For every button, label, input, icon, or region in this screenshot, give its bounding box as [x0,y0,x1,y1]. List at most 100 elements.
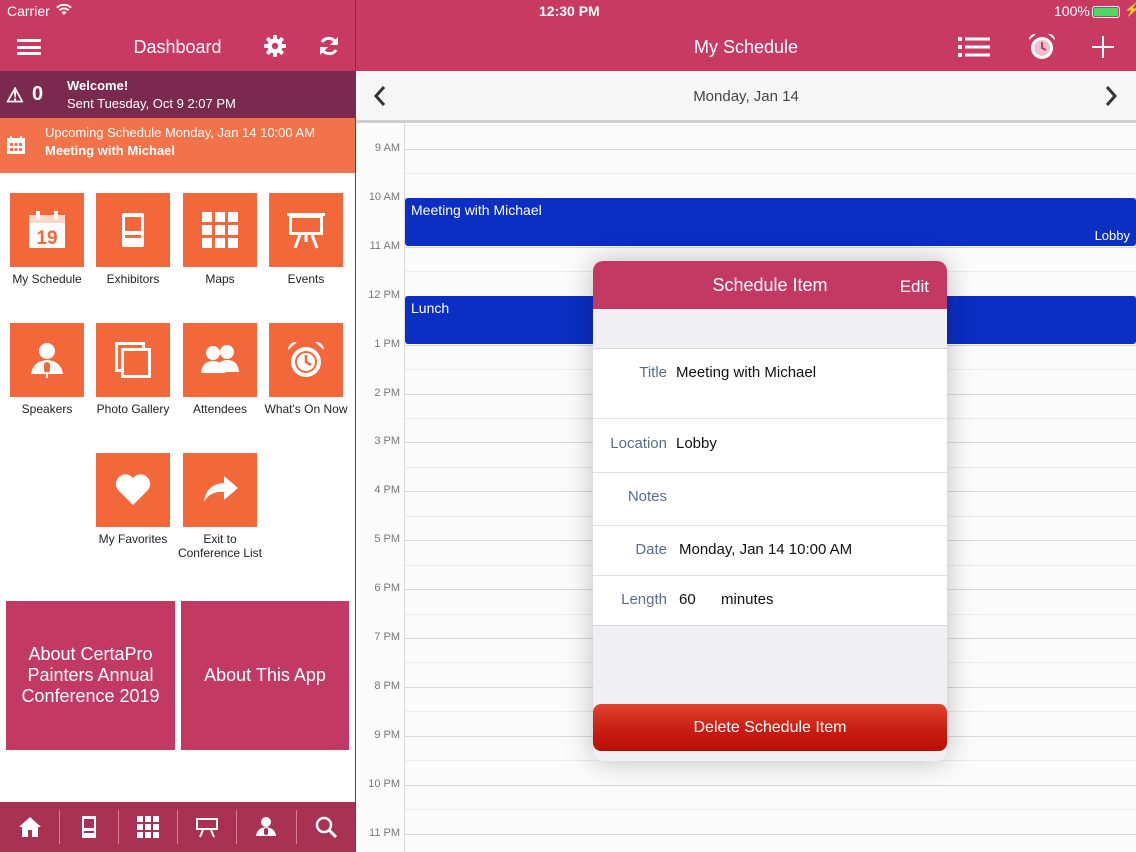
hour-label: 2 PM [374,386,400,399]
tile-label: Events [287,272,325,286]
tab-home[interactable] [0,802,59,852]
hour-label: 1 PM [374,337,400,350]
event-title: Lunch [411,300,450,316]
tile-events[interactable] [269,193,343,267]
heart-icon [115,474,151,505]
hour-label: 10 AM [368,190,400,203]
title-label: Title [639,364,667,381]
tab-exhibitors[interactable] [59,802,118,852]
hour-label: 12 PM [368,288,400,301]
grid-map-icon [202,212,238,248]
date-label: Date [635,541,667,558]
current-date: Monday, Jan 14 [693,88,799,105]
tab-bar [0,802,355,852]
notes-label: Notes [627,488,667,505]
tile-label: My Schedule [12,272,82,286]
hour-label: 6 PM [374,582,400,595]
search-icon [315,816,337,838]
date-value: Monday, Jan 14 10:00 AM [679,541,853,558]
photos-icon [115,342,151,378]
notification-title: Welcome! [67,78,129,93]
notes-row: Notes [593,473,947,526]
location-row: Location Lobby [593,419,947,473]
speaker-icon [31,343,63,378]
share-arrow-icon [204,476,238,502]
calendar-icon [7,136,25,154]
half-hour-gridline [405,809,1136,811]
grid-map-icon [136,816,159,838]
title-value: Meeting with Michael [676,364,817,381]
tile-label: Speakers [21,402,73,416]
upcoming-when: Upcoming Schedule Monday, Jan 14 10:00 A… [45,125,316,140]
clock-time: 12:30 PM [539,3,600,19]
tab-speakers[interactable] [236,802,295,852]
about-conference-button[interactable]: About CertaPro Painters Annual Conferenc… [6,601,175,750]
tile-my-schedule[interactable]: 19 [10,193,84,267]
calendar-icon: 19 [29,211,65,249]
refresh-icon[interactable] [317,34,341,63]
hour-label: 5 PM [374,533,400,546]
chevron-left-icon[interactable] [373,85,387,114]
tile-whats-on-now[interactable] [269,323,343,397]
gear-icon[interactable] [263,34,287,63]
tile-speakers[interactable] [10,323,84,397]
length-value: 60 [679,591,696,608]
charging-icon: ⚡ [1124,2,1136,17]
tab-search[interactable] [296,802,355,852]
booth-icon [81,816,96,838]
carrier-label: Carrier [7,3,50,19]
hour-label: 9 AM [374,142,400,154]
length-row: Length 60 minutes [593,576,947,626]
tile-exit-conference[interactable] [183,453,257,527]
people-icon [201,345,239,373]
edit-button[interactable]: Edit [900,277,929,297]
event-location: Lobby [1094,228,1130,243]
tab-events[interactable] [177,802,236,852]
hour-label: 8 PM [374,679,400,692]
menu-icon[interactable] [17,39,41,55]
date-navigator: Monday, Jan 14 [356,71,1136,123]
tile-label: My Favorites [98,532,168,546]
tile-my-favorites[interactable] [96,453,170,527]
home-icon [18,817,41,837]
upcoming-banner[interactable]: Upcoming Schedule Monday, Jan 14 10:00 A… [0,118,355,173]
hour-label: 11 PM [369,826,400,839]
about-app-button[interactable]: About This App [181,601,349,750]
tab-maps[interactable] [118,802,177,852]
notification-banner[interactable]: ⚠ 0 Welcome! Sent Tuesday, Oct 9 2:07 PM [0,71,355,118]
tile-label: Exhibitors [106,272,160,286]
speaker-icon [255,817,276,836]
tile-exhibitors[interactable] [96,193,170,267]
booth-icon [122,213,144,247]
length-label: Length [621,591,667,608]
hour-label: 7 PM [374,631,400,643]
add-icon[interactable] [1092,36,1114,63]
calendar-day: 19 [36,228,57,249]
hour-gridline [405,833,1136,835]
half-hour-gridline [405,124,1136,126]
battery-percent: 100% [1054,3,1090,19]
schedule-title: My Schedule [693,37,799,57]
hour-label: 11 AM [369,239,400,252]
alarm-clock-icon [287,341,325,377]
alarm-clock-icon[interactable] [1027,32,1057,67]
tile-maps[interactable] [183,193,257,267]
schedule-item-popover: Schedule Item Edit Title Meeting with Mi… [593,261,947,761]
event-meeting[interactable]: Meeting with Michael Lobby [405,198,1136,246]
delete-schedule-item-button[interactable]: Delete Schedule Item [593,704,947,751]
chevron-right-icon[interactable] [1104,85,1118,114]
tile-label: What's On Now [264,402,348,416]
date-row: Date Monday, Jan 14 10:00 AM [593,526,947,576]
hour-label: 4 PM [374,484,400,497]
hour-label: 9 PM [374,728,400,741]
upcoming-title: Meeting with Michael [45,143,176,158]
tile-label: Photo Gallery [96,402,170,416]
hour-gridline [405,149,1136,150]
list-icon[interactable] [958,36,990,63]
dashboard-header: Dashboard [0,22,355,71]
location-value: Lobby [676,435,717,452]
tile-attendees[interactable] [183,323,257,397]
notification-subtitle: Sent Tuesday, Oct 9 2:07 PM [67,96,236,111]
tile-photo-gallery[interactable] [96,323,170,397]
battery-icon [1092,6,1120,18]
